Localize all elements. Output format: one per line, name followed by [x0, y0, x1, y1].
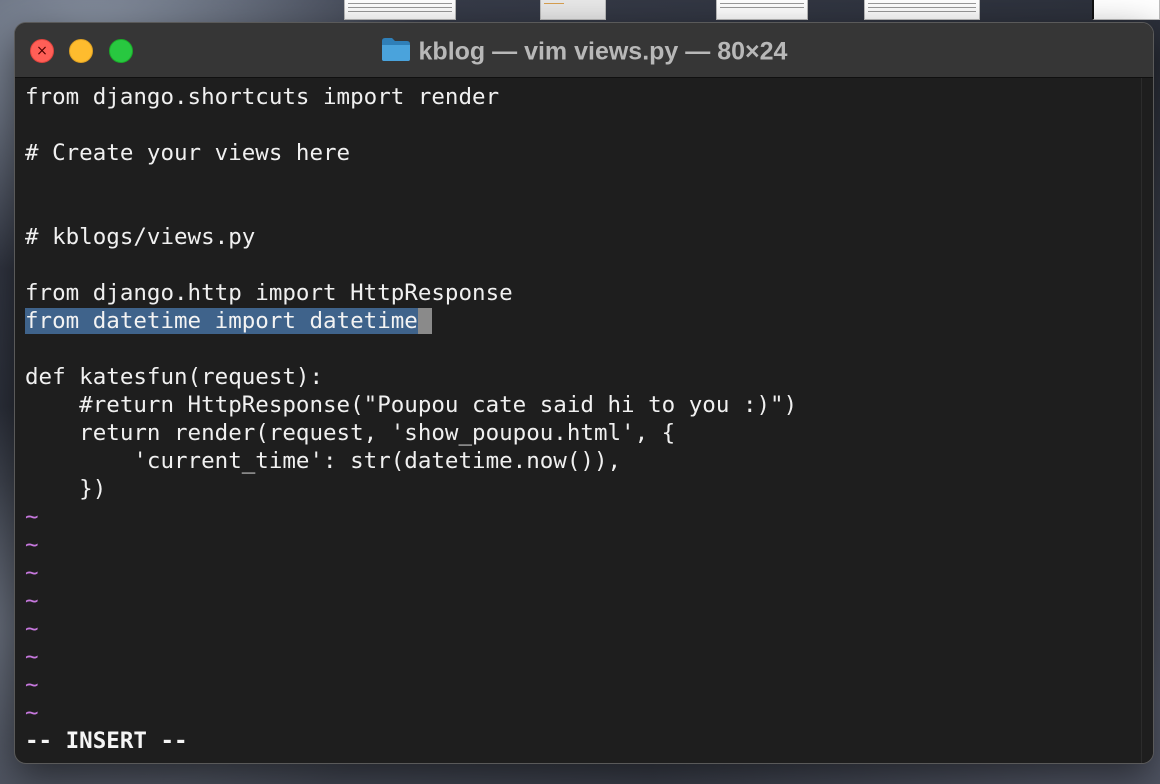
title-bar[interactable]: × kblog — vim views.py — 80×24 [15, 23, 1153, 78]
desktop-background-thumbnails [0, 0, 1160, 22]
empty-line-marker: ~ [25, 616, 39, 642]
empty-line-marker: ~ [25, 560, 39, 586]
empty-line-marker: ~ [25, 504, 39, 530]
desktop-thumbnail [716, 0, 808, 20]
code-line[interactable]: 'current_time': str(datetime.now()), [25, 447, 1125, 475]
empty-line-marker: ~ [25, 588, 39, 614]
code-line[interactable]: def katesfun(request): [25, 363, 1125, 391]
empty-line-marker: ~ [25, 532, 39, 558]
terminal-window: × kblog — vim views.py — 80×24 from djan… [14, 22, 1154, 764]
vim-editor[interactable]: from django.shortcuts import render # Cr… [25, 83, 1125, 755]
code-line[interactable]: }) [25, 475, 1125, 503]
code-line[interactable] [25, 195, 1125, 223]
selection-highlight[interactable]: from datetime import datetime [25, 308, 418, 334]
text-cursor [417, 308, 432, 334]
vertical-scrollbar[interactable] [1141, 78, 1153, 763]
desktop-thumbnail [864, 0, 980, 20]
code-line[interactable] [25, 251, 1125, 279]
code-line[interactable]: from django.http import HttpResponse [25, 279, 1125, 307]
selected-code-line[interactable]: from datetime import datetime [25, 307, 1125, 335]
code-line[interactable]: # kblogs/views.py [25, 223, 1125, 251]
code-line[interactable]: #return HttpResponse("Poupou cate said h… [25, 391, 1125, 419]
empty-line-marker: ~ [25, 644, 39, 670]
code-line[interactable] [25, 335, 1125, 363]
code-line[interactable]: # Create your views here [25, 139, 1125, 167]
window-title: kblog — vim views.py — 80×24 [15, 34, 1153, 66]
mode-indicator: -- INSERT -- [25, 728, 188, 754]
code-line[interactable]: from django.shortcuts import render [25, 83, 1125, 111]
empty-line-marker: ~ [25, 672, 39, 698]
empty-line-marker: ~ [25, 700, 39, 726]
desktop-thumbnail [1092, 0, 1160, 20]
code-line[interactable]: return render(request, 'show_poupou.html… [25, 419, 1125, 447]
desktop-thumbnail [540, 0, 606, 20]
folder-icon [381, 38, 410, 62]
code-line[interactable] [25, 111, 1125, 139]
desktop-thumbnail [344, 0, 456, 20]
code-line[interactable] [25, 167, 1125, 195]
window-title-text: kblog — vim views.py — 80×24 [418, 37, 788, 66]
